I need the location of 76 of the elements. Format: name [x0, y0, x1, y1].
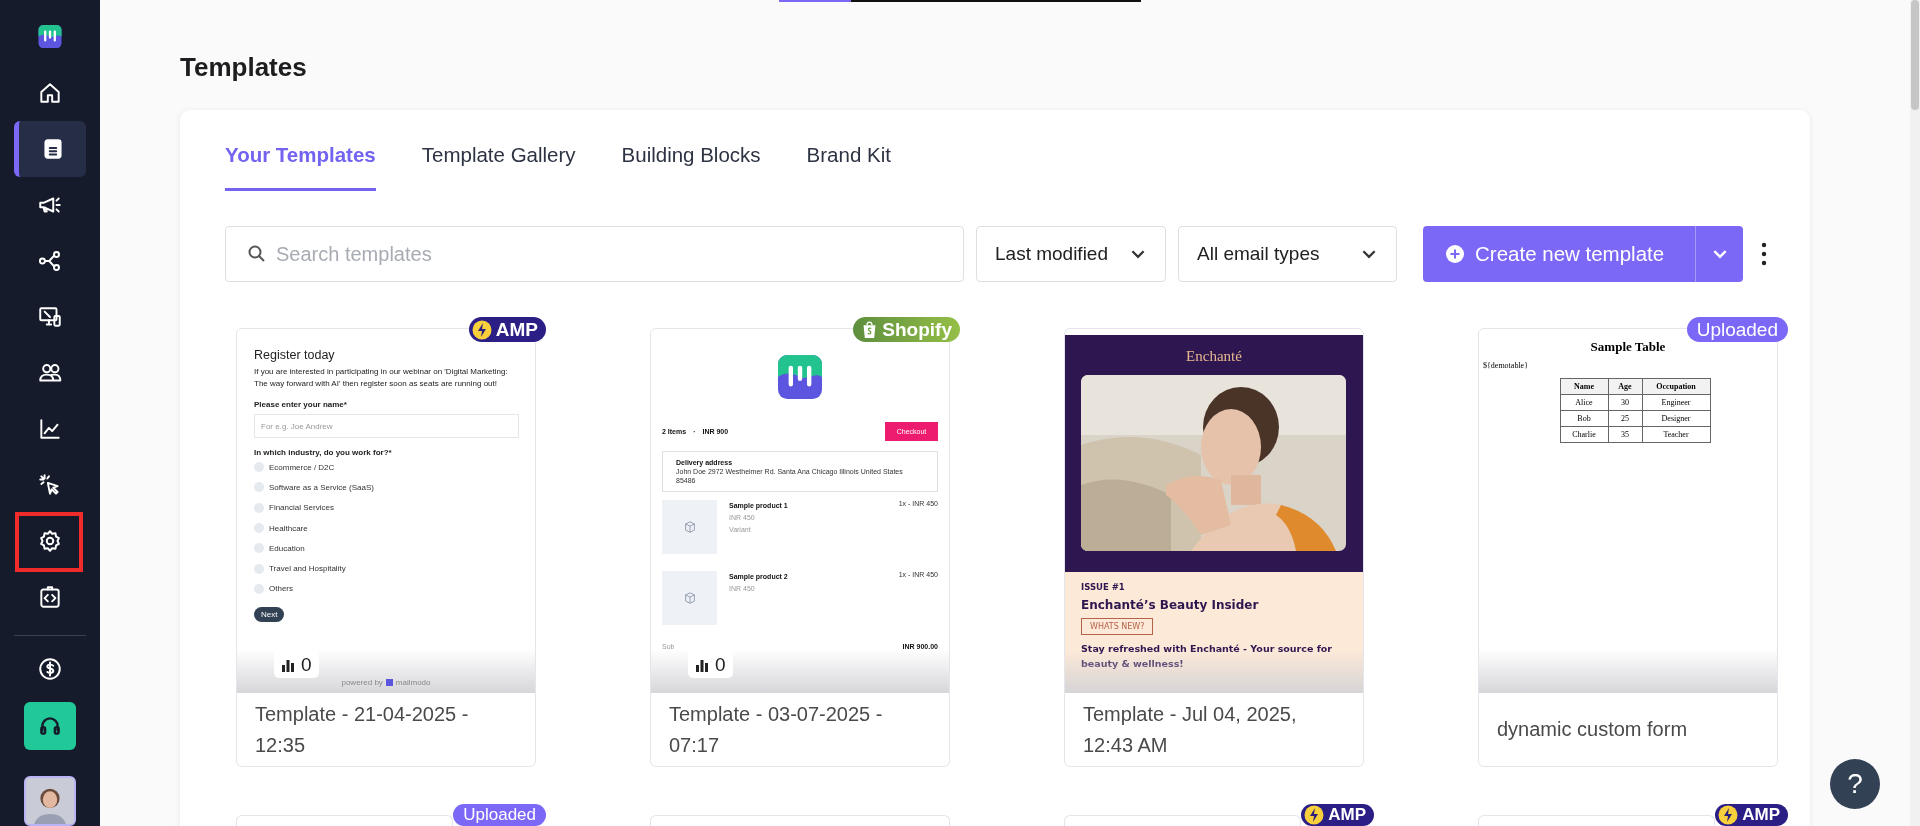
- next-button: Next: [254, 607, 285, 623]
- table-cell: 25: [1608, 410, 1642, 427]
- question-label: In which industry, do you work for?*: [254, 448, 393, 457]
- tab[interactable]: Building Blocks: [621, 142, 761, 191]
- table-cell: Charlie: [1560, 426, 1608, 443]
- column-header: Occupation: [1642, 378, 1710, 395]
- column-header: Name: [1560, 378, 1608, 395]
- tab[interactable]: Your Templates: [225, 142, 376, 191]
- badge-label: AMP: [1742, 805, 1780, 825]
- option-label: Ecommerce / D2C: [269, 462, 335, 472]
- app-logo-icon: [38, 25, 62, 49]
- support-button[interactable]: [24, 701, 76, 750]
- table-cell: Designer: [1642, 410, 1710, 427]
- app-logo-icon: [778, 355, 822, 399]
- more-icon: [1761, 242, 1767, 266]
- template-variable: ${demotable}: [1483, 361, 1529, 370]
- form-heading: Register today: [254, 348, 336, 362]
- table-cell: Teacher: [1642, 426, 1710, 443]
- newsletter-headline: Enchanté’s Beauty Insider: [1081, 598, 1260, 612]
- whats-new-button: WHATS NEW?: [1081, 618, 1154, 635]
- table-cell: Alice: [1560, 394, 1608, 411]
- template-title: dynamic custom form: [1497, 717, 1688, 742]
- newsletter-text: Stay refreshed with Enchanté - Your source for beauty & wellness!: [1081, 642, 1333, 671]
- option-label: Travel and Hospitality: [269, 564, 346, 574]
- table-cell: 35: [1608, 426, 1642, 443]
- field-label: Please enter your name*: [254, 400, 348, 409]
- template-title: Template - 21-04-2025 - 12:35: [255, 701, 470, 758]
- uploaded-badge: Uploaded: [1686, 317, 1788, 342]
- tab[interactable]: Brand Kit: [806, 142, 891, 191]
- document-heading: Sample Table: [1589, 339, 1667, 355]
- badge-label: AMP: [495, 318, 538, 341]
- create-template-button[interactable]: Create new template: [1423, 226, 1695, 282]
- name-field: For e.g. Joe Andrew: [254, 414, 519, 438]
- stats-count: 0: [301, 653, 312, 676]
- search-field[interactable]: Search templates: [225, 226, 964, 282]
- template-card[interactable]: Enchanté ISSUE #1 Enchanté’s Beauty Insider WHATS NEW? Stay refreshed with Enchanté - Your source for beauty & wellness! Template - Jul 04, 2025, 12:43 AM: [1064, 328, 1364, 767]
- issue-label: ISSUE #1: [1081, 582, 1126, 592]
- bar-chart-icon: [695, 657, 709, 672]
- option-label: Healthcare: [269, 523, 308, 533]
- form-intro: If you are interested in participating in our webinar on 'Digital Marketing: The way forward with AI' then register soon as seats are running out!: [254, 366, 509, 390]
- filter-dropdown[interactable]: All email types: [1178, 226, 1397, 282]
- brand-logo-icon: [385, 679, 393, 686]
- code-icon: [37, 584, 63, 611]
- cube-icon: [682, 520, 697, 534]
- scrollbar-thumb[interactable]: [1911, 0, 1919, 110]
- table-cell: Engineer: [1642, 394, 1710, 411]
- person-icon: [26, 777, 74, 824]
- nav-button[interactable]: [14, 121, 86, 178]
- tab[interactable]: Template Gallery: [421, 142, 576, 191]
- option-label: Financial Services: [269, 503, 334, 513]
- stats-count: 0: [715, 653, 726, 676]
- template-title: Template - 03-07-2025 - 07:17: [669, 701, 884, 758]
- table-cell: Bob: [1560, 410, 1608, 427]
- badge-label: AMP: [1328, 805, 1366, 825]
- option-label: Software as a Service (SaaS): [269, 482, 374, 492]
- filter-dropdown[interactable]: Last modified: [976, 226, 1166, 282]
- option-label: Education: [269, 543, 305, 553]
- cube-icon: [682, 591, 697, 605]
- column-header: Age: [1608, 378, 1642, 395]
- dollar-icon: [37, 655, 63, 682]
- template-title: Template - Jul 04, 2025, 12:43 AM: [1083, 701, 1298, 758]
- search-icon: [247, 244, 267, 264]
- plus-circle-icon: [1445, 244, 1465, 264]
- uploaded-badge: Uploaded: [453, 804, 546, 826]
- brand-name: mailmodo: [395, 678, 431, 687]
- page-title: Templates: [180, 52, 308, 82]
- badge-label: Shopify: [882, 318, 952, 341]
- avatar[interactable]: [24, 775, 76, 826]
- brand-name: Enchanté: [1185, 347, 1243, 365]
- settings-icon: [37, 528, 63, 555]
- powered-by-text: powered by: [341, 678, 383, 687]
- option-label: Others: [269, 584, 293, 594]
- more-options-button[interactable]: [1761, 242, 1767, 266]
- table-cell: 30: [1608, 394, 1642, 411]
- bar-chart-icon: [281, 657, 295, 672]
- help-button[interactable]: ?: [1830, 759, 1880, 809]
